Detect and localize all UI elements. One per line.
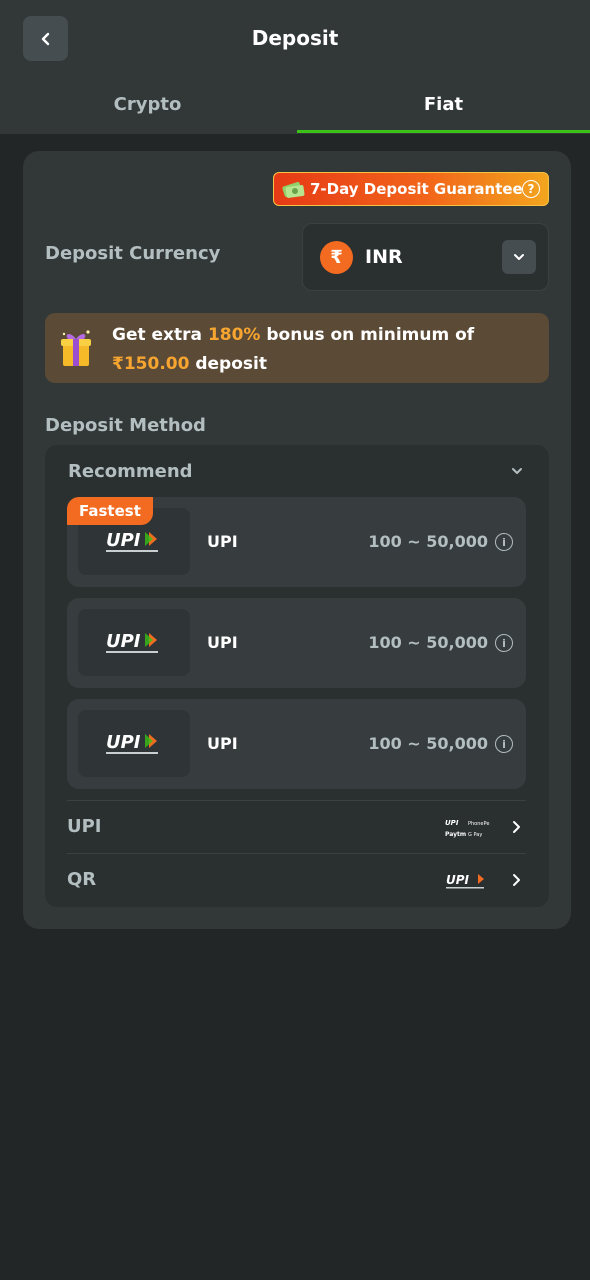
method-item[interactable]: UPI Fastest UPI 100 ~ 50,000 i — [67, 497, 526, 587]
deposit-guarantee-badge[interactable]: 7-Day Deposit Guarantee ? — [273, 172, 549, 206]
svg-text:G Pay: G Pay — [468, 832, 482, 838]
recommend-header[interactable]: Recommend — [68, 461, 193, 482]
chevron-right-icon — [510, 820, 522, 834]
divider — [67, 853, 526, 854]
info-icon[interactable]: i — [495, 533, 513, 551]
method-name: UPI — [207, 734, 238, 753]
rupee-icon: ₹ — [320, 241, 353, 274]
upi-logo: UPI — [78, 609, 190, 676]
info-icon[interactable]: i — [495, 735, 513, 753]
app-header: Deposit — [0, 0, 590, 80]
page-title: Deposit — [251, 26, 339, 50]
info-icon[interactable]: i — [495, 634, 513, 652]
method-item[interactable]: UPI UPI 100 ~ 50,000 i — [67, 598, 526, 688]
help-icon[interactable]: ? — [522, 180, 540, 198]
fastest-badge: Fastest — [67, 497, 153, 525]
method-category-qr[interactable]: QR UPI — [67, 855, 526, 905]
upi-logo: UPI — [78, 710, 190, 777]
currency-dropdown-button[interactable] — [502, 240, 536, 274]
svg-text:UPI: UPI — [106, 530, 141, 551]
chevron-down-icon[interactable] — [509, 463, 525, 479]
chevron-down-icon — [514, 254, 524, 260]
method-category-upi[interactable]: UPI UPI PhonePe Paytm G Pay — [67, 802, 526, 852]
upi-apps-logo: UPI PhonePe Paytm G Pay — [445, 819, 489, 838]
svg-text:UPI: UPI — [106, 631, 141, 652]
bonus-middle: bonus on minimum of — [260, 325, 475, 345]
method-range: 100 ~ 50,000 — [368, 532, 488, 551]
svg-text:UPI: UPI — [446, 873, 470, 887]
bonus-percent: 180% — [207, 325, 261, 345]
svg-text:PhonePe: PhonePe — [468, 821, 489, 827]
active-tab-indicator — [297, 130, 590, 133]
currency-code: INR — [365, 246, 403, 268]
bonus-text: Get extra 180% bonus on minimum of ₹150.… — [112, 321, 542, 379]
bonus-suffix: deposit — [189, 354, 267, 374]
method-name: UPI — [207, 532, 238, 551]
bonus-banner: Get extra 180% bonus on minimum of ₹150.… — [45, 313, 549, 383]
deposit-card: 7-Day Deposit Guarantee ? Deposit Curren… — [23, 151, 571, 929]
method-range: 100 ~ 50,000 — [368, 734, 488, 753]
tab-crypto[interactable]: Crypto — [0, 94, 295, 115]
gift-icon — [61, 330, 91, 366]
method-item[interactable]: UPI UPI 100 ~ 50,000 i — [67, 699, 526, 789]
method-list: Recommend UPI Fastest UPI 100 ~ 50,000 i — [45, 445, 549, 907]
deposit-method-label: Deposit Method — [45, 415, 206, 436]
svg-text:Paytm: Paytm — [445, 831, 466, 838]
upi-logo: UPI — [446, 873, 484, 889]
category-label: UPI — [67, 816, 102, 837]
tab-bar: Crypto Fiat — [0, 80, 590, 134]
method-name: UPI — [207, 633, 238, 652]
bonus-amount: ₹150.00 — [112, 354, 190, 374]
svg-text:UPI: UPI — [106, 732, 141, 753]
money-bag-icon — [280, 176, 308, 202]
deposit-currency-label: Deposit Currency — [45, 243, 221, 264]
svg-text:UPI: UPI — [445, 819, 459, 827]
bonus-prefix: Get extra — [112, 325, 208, 345]
method-range: 100 ~ 50,000 — [368, 633, 488, 652]
category-label: QR — [67, 869, 97, 890]
currency-select[interactable]: ₹ INR — [302, 223, 549, 291]
guarantee-label: 7-Day Deposit Guarantee — [310, 180, 523, 198]
chevron-right-icon — [510, 873, 522, 887]
tab-fiat[interactable]: Fiat — [297, 94, 590, 115]
divider — [67, 800, 526, 801]
